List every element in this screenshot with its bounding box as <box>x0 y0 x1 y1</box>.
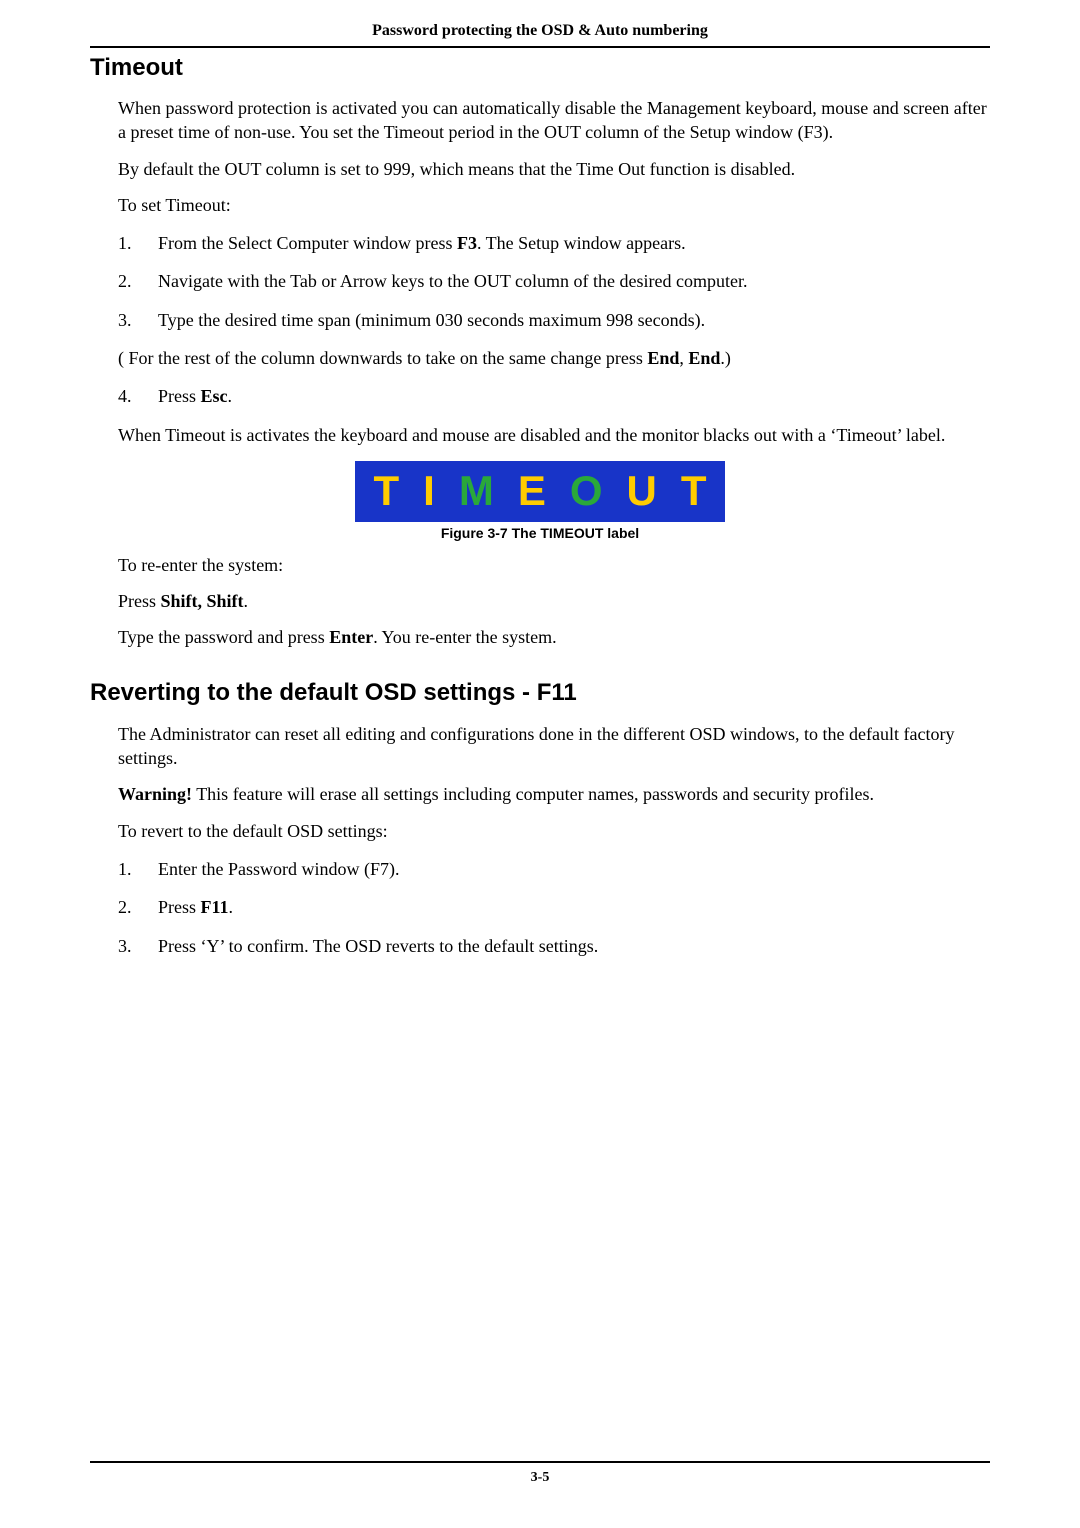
list-item: 1. From the Select Computer window press… <box>118 231 990 255</box>
timeout-char: M <box>459 467 518 514</box>
footer: 3-5 <box>90 1461 990 1488</box>
list-item: 4. Press Esc. <box>118 384 990 408</box>
list-item: 2. Navigate with the Tab or Arrow keys t… <box>118 269 990 293</box>
page: Password protecting the OSD & Auto numbe… <box>0 0 1080 1528</box>
list-number: 3. <box>118 308 158 332</box>
running-header: Password protecting the OSD & Auto numbe… <box>90 20 990 46</box>
list-number: 1. <box>118 857 158 881</box>
para-intro: When password protection is activated yo… <box>118 96 990 145</box>
timeout-char: O <box>570 467 627 514</box>
list-text: From the Select Computer window press F3… <box>158 231 990 255</box>
figure-caption: Figure 3-7 The TIMEOUT label <box>90 524 990 543</box>
list-timeout-step4: 4. Press Esc. <box>118 384 990 408</box>
list-text: Press Esc. <box>158 384 990 408</box>
list-number: 3. <box>118 934 158 958</box>
list-item: 1. Enter the Password window (F7). <box>118 857 990 881</box>
para-reenter-heading: To re-enter the system: <box>118 553 990 577</box>
header-rule <box>90 46 990 48</box>
para-note-end-end: ( For the rest of the column downwards t… <box>118 346 990 370</box>
list-number: 1. <box>118 231 158 255</box>
list-text: Press F11. <box>158 895 990 919</box>
para-timeout-effect: When Timeout is activates the keyboard a… <box>118 423 990 447</box>
list-revert-steps: 1. Enter the Password window (F7). 2. Pr… <box>118 857 990 958</box>
list-item: 2. Press F11. <box>118 895 990 919</box>
footer-rule <box>90 1461 990 1463</box>
list-text: Press ‘Y’ to confirm. The OSD reverts to… <box>158 934 990 958</box>
list-text: Navigate with the Tab or Arrow keys to t… <box>158 269 990 293</box>
para-torevert: To revert to the default OSD settings: <box>118 819 990 843</box>
section-heading-revert-f11: Reverting to the default OSD settings - … <box>90 677 990 709</box>
para-warning: Warning! This feature will erase all set… <box>118 782 990 806</box>
para-type-password: Type the password and press Enter. You r… <box>118 625 990 649</box>
timeout-char: T <box>681 467 707 514</box>
list-number: 2. <box>118 895 158 919</box>
timeout-char: U <box>627 467 681 514</box>
list-timeout-steps: 1. From the Select Computer window press… <box>118 231 990 332</box>
page-number: 3-5 <box>90 1469 990 1488</box>
list-item: 3. Type the desired time span (minimum 0… <box>118 308 990 332</box>
para-shift-shift: Press Shift, Shift. <box>118 589 990 613</box>
list-text: Enter the Password window (F7). <box>158 857 990 881</box>
figure-timeout-label: TIMEOUT Figure 3-7 The TIMEOUT label <box>90 461 990 543</box>
list-item: 3. Press ‘Y’ to confirm. The OSD reverts… <box>118 934 990 958</box>
para-toset: To set Timeout: <box>118 193 990 217</box>
timeout-char: T <box>373 467 423 514</box>
list-number: 2. <box>118 269 158 293</box>
timeout-char: I <box>423 467 459 514</box>
timeout-char: E <box>518 467 570 514</box>
para-admin-reset: The Administrator can reset all editing … <box>118 722 990 771</box>
list-number: 4. <box>118 384 158 408</box>
section-heading-timeout: Timeout <box>90 52 990 84</box>
para-default: By default the OUT column is set to 999,… <box>118 157 990 181</box>
timeout-banner: TIMEOUT <box>355 461 724 522</box>
list-text: Type the desired time span (minimum 030 … <box>158 308 990 332</box>
